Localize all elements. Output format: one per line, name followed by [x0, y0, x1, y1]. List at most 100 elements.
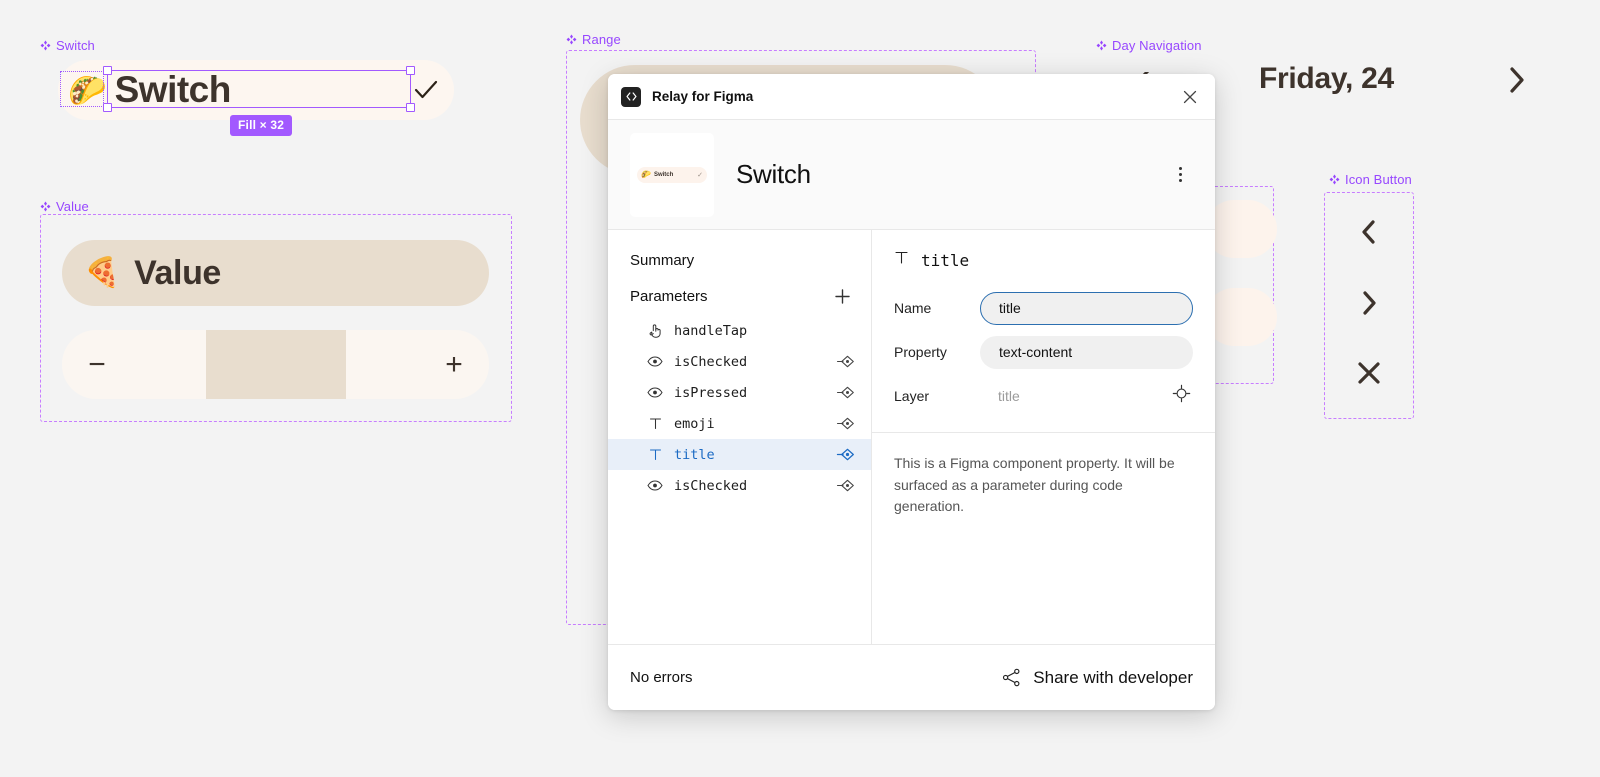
parameter-name: emoji	[674, 415, 715, 432]
bind-link-icon[interactable]	[836, 479, 855, 492]
component-diamond-icon	[1329, 174, 1340, 185]
component-name-heading: Switch	[736, 159, 811, 189]
code-brackets-glyph	[625, 92, 637, 101]
bind-link-icon[interactable]	[836, 355, 855, 368]
text-icon	[646, 417, 664, 430]
parameters-section-header: Parameters	[608, 279, 871, 315]
component-diamond-icon	[1096, 40, 1107, 51]
switch-title-text: Switch	[114, 69, 232, 110]
taco-emoji: 🌮	[641, 169, 651, 179]
name-input[interactable]: title	[980, 291, 1193, 325]
stepper-fill-bar	[206, 330, 346, 399]
bind-link-icon[interactable]	[836, 386, 855, 399]
dialog-title: Relay for Figma	[652, 89, 754, 104]
tap-gesture-icon	[646, 323, 664, 338]
property-detail-panel: title Name title Property text-content L…	[872, 230, 1215, 644]
parameters-panel: Summary Parameters handleTap isChecked i…	[608, 230, 872, 644]
taco-emoji: 🌮	[68, 72, 107, 108]
component-thumbnail: 🌮 Switch ✓	[630, 132, 714, 217]
dialog-close-button[interactable]	[1178, 85, 1202, 109]
form-row-layer: Layer title	[872, 374, 1215, 418]
close-x-icon	[1358, 362, 1380, 384]
thumbnail-label: Switch	[653, 171, 674, 178]
parameter-row-isChecked[interactable]: isChecked	[608, 346, 871, 377]
component-label-day-navigation: Day Navigation	[1096, 38, 1202, 53]
day-nav-title: Friday, 24	[1259, 62, 1394, 95]
dialog-body: Summary Parameters handleTap isChecked i…	[608, 230, 1215, 644]
kebab-dot	[1178, 167, 1182, 170]
component-label-icon-button: Icon Button	[1329, 172, 1412, 187]
stepper-decrement-button[interactable]: −	[62, 330, 132, 399]
parameter-name: isPressed	[674, 384, 748, 401]
target-icon[interactable]	[1172, 384, 1191, 408]
chevron-right-icon	[1363, 291, 1376, 315]
fill-count-badge: Fill × 32	[230, 115, 293, 136]
value-pill[interactable]: 🍕 Value	[62, 240, 489, 306]
relay-for-figma-dialog: Relay for Figma 🌮 Switch ✓ Switch Summar…	[608, 74, 1215, 710]
property-select[interactable]: text-content	[980, 335, 1193, 369]
parameter-row-emoji[interactable]: emoji	[608, 408, 871, 439]
form-row-property: Property text-content	[872, 330, 1215, 374]
parameter-row-isPressed[interactable]: isPressed	[608, 377, 871, 408]
thumbnail-switch-preview: 🌮 Switch ✓	[637, 166, 707, 183]
parameters-label: Parameters	[630, 287, 708, 305]
check-icon: ✓	[697, 171, 703, 179]
plus-icon	[834, 288, 850, 304]
field-label-property: Property	[894, 344, 947, 360]
close-icon	[1183, 90, 1197, 103]
chevron-left-icon	[1362, 220, 1375, 244]
kebab-dot	[1178, 173, 1182, 176]
figma-canvas: Switch 🌮 Switch Fill × 32 Value 🍕 Value …	[0, 0, 1600, 777]
property-select-value: text-content	[999, 344, 1073, 360]
component-diamond-icon	[566, 34, 577, 45]
parameter-name: title	[674, 446, 715, 463]
parameter-name: handleTap	[674, 322, 748, 339]
button-shape-2	[1205, 288, 1277, 346]
add-parameter-button[interactable]	[831, 285, 853, 307]
dialog-component-header: 🌮 Switch ✓ Switch	[608, 120, 1215, 230]
eye-icon	[646, 356, 664, 367]
label-text: Range	[582, 32, 621, 47]
component-label-value: Value	[40, 199, 89, 214]
stepper-increment-button[interactable]: +	[419, 330, 489, 399]
icon-button-close[interactable]	[1324, 343, 1414, 403]
share-label: Share with developer	[1033, 667, 1193, 687]
parameter-row-handleTap[interactable]: handleTap	[608, 315, 871, 346]
text-icon	[646, 448, 664, 461]
summary-section-label[interactable]: Summary	[608, 244, 871, 279]
kebab-dot	[1178, 179, 1182, 182]
kebab-menu-icon[interactable]	[1167, 162, 1193, 188]
text-icon	[894, 250, 909, 270]
check-icon	[414, 80, 438, 99]
name-input-value: title	[999, 300, 1021, 316]
field-label-layer: Layer	[894, 388, 930, 404]
form-row-name: Name title	[872, 286, 1215, 330]
dialog-titlebar: Relay for Figma	[608, 74, 1215, 120]
parameter-row-title[interactable]: title	[608, 439, 871, 470]
switch-component[interactable]: 🌮 Switch	[58, 60, 454, 120]
code-brackets-icon	[621, 86, 641, 107]
property-heading: title	[872, 230, 1215, 286]
label-text: Icon Button	[1345, 172, 1412, 187]
share-icon	[1003, 668, 1020, 687]
icon-button-prev[interactable]	[1324, 202, 1414, 262]
bind-link-icon[interactable]	[836, 417, 855, 430]
value-stepper[interactable]: − +	[62, 330, 489, 399]
label-text: Switch	[56, 38, 95, 53]
component-label-switch: Switch	[40, 38, 95, 53]
bind-link-icon[interactable]	[836, 448, 855, 461]
eye-icon	[646, 387, 664, 398]
button-shape-1	[1205, 200, 1277, 258]
share-with-developer-button[interactable]: Share with developer	[1001, 667, 1193, 688]
component-label-range: Range	[566, 32, 621, 47]
icon-button-next[interactable]	[1324, 273, 1414, 333]
parameter-name: isChecked	[674, 353, 748, 370]
day-nav-next-button[interactable]	[1505, 65, 1529, 100]
label-text: Value	[56, 199, 89, 214]
parameter-row-isChecked-2[interactable]: isChecked	[608, 470, 871, 501]
field-label-name: Name	[894, 300, 932, 316]
pizza-emoji: 🍕	[84, 256, 121, 289]
eye-icon	[646, 480, 664, 491]
dialog-footer: No errors Share with developer	[608, 644, 1215, 710]
error-status: No errors	[630, 669, 693, 686]
